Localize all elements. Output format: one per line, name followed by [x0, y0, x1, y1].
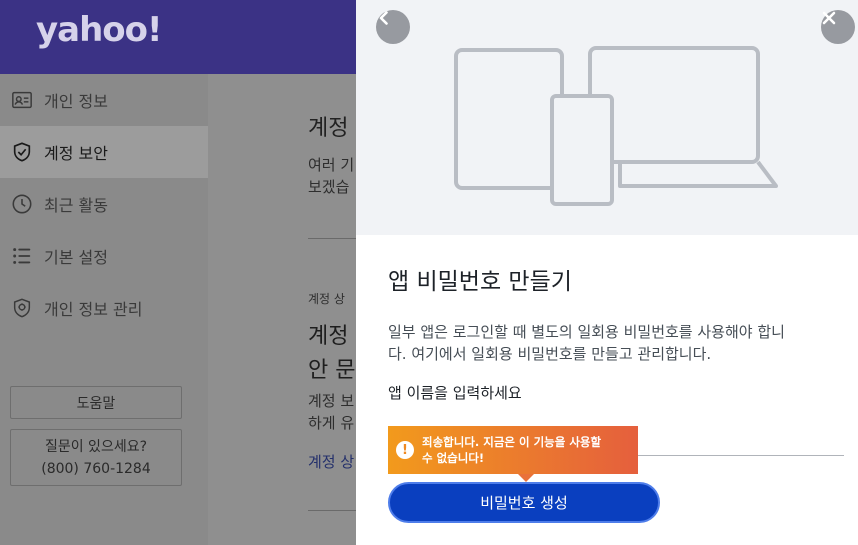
page-title: 계정 — [308, 116, 349, 141]
clock-icon — [10, 192, 34, 216]
sidebar-item-label: 기본 설정 — [44, 248, 108, 267]
section-heading: 계정 — [308, 324, 349, 349]
modal-title: 앱 비밀번호 만들기 — [388, 269, 572, 295]
modal-description-line: 다. 여기에서 일회용 비밀번호를 만들고 관리합니다. — [388, 345, 712, 363]
section-heading: 안 문 — [308, 358, 356, 383]
sidebar-item-account-security[interactable]: 계정 보안 — [0, 126, 208, 178]
sidebar-item-personal-info[interactable]: 개인 정보 — [0, 74, 208, 126]
contact-phone: (800) 760-1284 — [41, 460, 151, 477]
list-icon — [10, 244, 34, 268]
sidebar: 개인 정보 계정 보안 최근 활동 기본 설정 개인 정보 관리 도움말 질문이… — [0, 74, 208, 545]
close-icon — [822, 11, 836, 25]
page-desc-line: 보겠습 — [308, 178, 350, 196]
sidebar-item-privacy[interactable]: 개인 정보 관리 — [0, 282, 208, 334]
error-message-line: 죄송합니다. 지금은 이 기능을 사용할 — [422, 435, 602, 449]
section-label: 계정 상 — [308, 292, 345, 306]
close-button[interactable] — [821, 10, 855, 44]
error-toast: ! 죄송합니다. 지금은 이 기능을 사용할 수 없습니다! — [388, 426, 638, 474]
contact-box[interactable]: 질문이 있으세요? (800) 760-1284 — [10, 429, 182, 486]
app-password-modal: 앱 비밀번호 만들기 일부 앱은 로그인할 때 별도의 일회용 비밀번호를 사용… — [356, 0, 858, 545]
section-text: 하게 유 — [308, 414, 355, 432]
section-text: 계정 보 — [308, 392, 355, 410]
modal-description-line: 일부 앱은 로그인할 때 별도의 일회용 비밀번호를 사용해야 합니 — [388, 323, 785, 341]
shield-check-icon — [10, 140, 34, 164]
id-card-icon — [10, 88, 34, 112]
sidebar-item-label: 최근 활동 — [44, 196, 108, 215]
app-name-label: 앱 이름을 입력하세요 — [388, 384, 522, 402]
help-button[interactable]: 도움말 — [10, 386, 182, 419]
hero-illustration — [356, 0, 858, 235]
back-button[interactable] — [376, 10, 410, 44]
toast-caret — [518, 474, 534, 482]
error-message: 죄송합니다. 지금은 이 기능을 사용할 수 없습니다! — [422, 434, 601, 466]
warning-icon: ! — [396, 441, 414, 459]
sidebar-item-label: 계정 보안 — [44, 144, 108, 163]
devices-illustration-icon — [454, 46, 778, 206]
privacy-shield-icon — [10, 296, 34, 320]
error-message-line: 수 없습니다! — [422, 451, 485, 465]
page-desc-line: 여러 기 — [308, 156, 355, 174]
yahoo-logo[interactable]: yahoo! — [36, 10, 163, 50]
sidebar-item-preferences[interactable]: 기본 설정 — [0, 230, 208, 282]
contact-question: 질문이 있으세요? — [44, 438, 148, 455]
sidebar-item-label: 개인 정보 — [44, 92, 108, 111]
chevron-left-icon — [379, 11, 388, 25]
generate-password-button[interactable]: 비밀번호 생성 — [388, 482, 660, 523]
section-link[interactable]: 계정 상 — [308, 451, 354, 472]
sidebar-item-recent-activity[interactable]: 최근 활동 — [0, 178, 208, 230]
sidebar-item-label: 개인 정보 관리 — [44, 300, 143, 319]
